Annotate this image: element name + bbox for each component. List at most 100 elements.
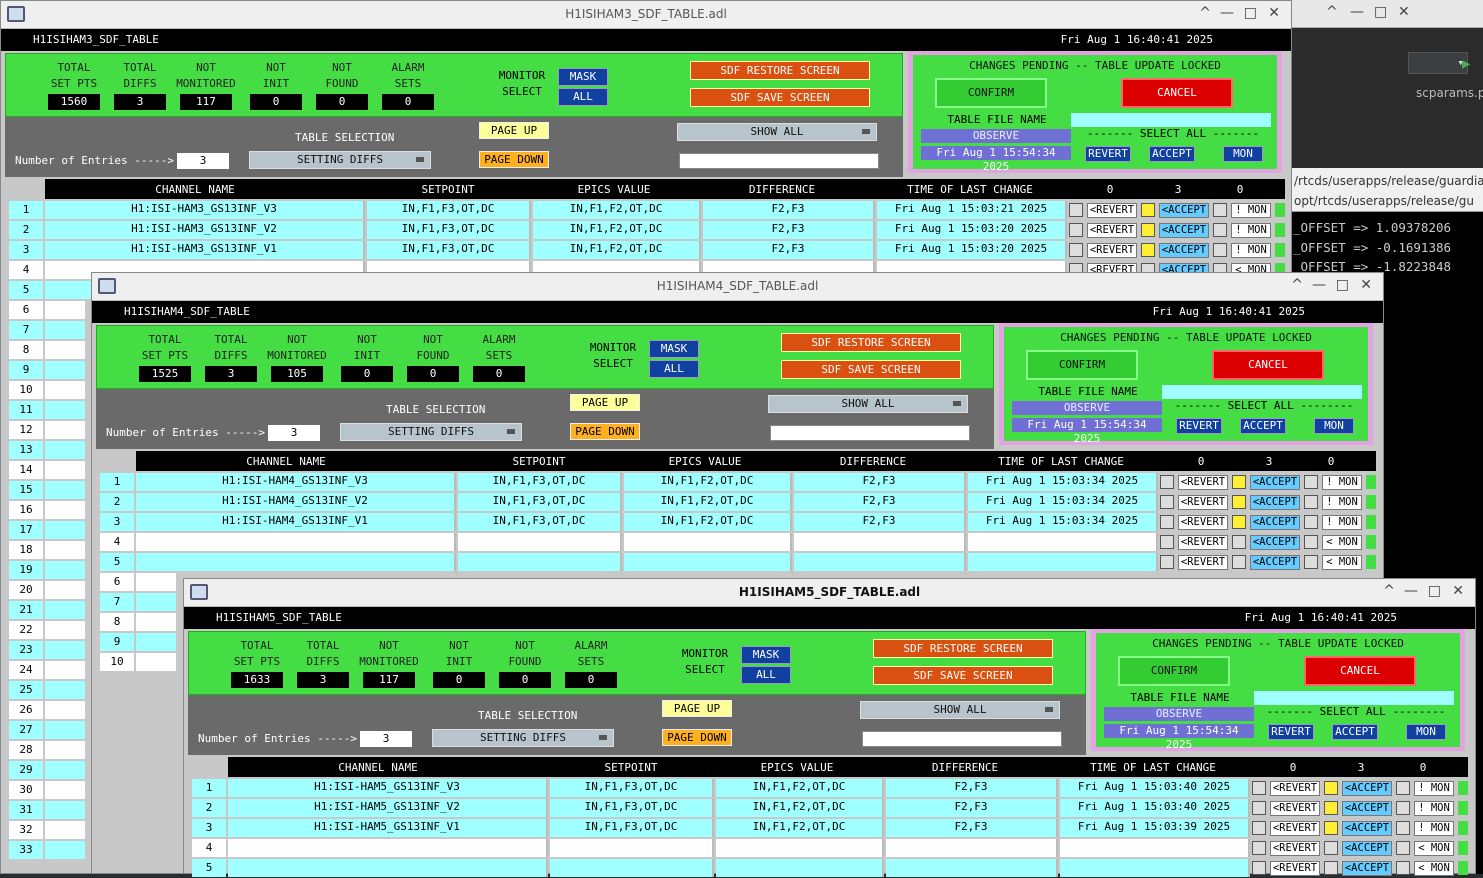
mon-row-button[interactable]: < MON — [1414, 841, 1454, 856]
minimize-icon[interactable]: — — [1404, 583, 1418, 599]
maximize-icon[interactable]: □ — [1336, 277, 1349, 293]
accept-row-button[interactable]: <ACCEPT — [1250, 535, 1300, 550]
accept-row-button[interactable]: <ACCEPT — [1342, 841, 1392, 856]
mon-checkbox[interactable] — [1213, 203, 1227, 217]
accept-row-button[interactable]: <ACCEPT — [1250, 555, 1300, 570]
accept-row-button[interactable]: <ACCEPT — [1159, 203, 1209, 218]
close-icon[interactable]: ✕ — [1268, 5, 1280, 21]
revert-row-button[interactable]: <REVERT — [1178, 555, 1228, 570]
maximize-icon[interactable]: □ — [1244, 5, 1257, 21]
accept-row-button[interactable]: <ACCEPT — [1342, 801, 1392, 816]
page-up-button[interactable]: PAGE UP — [479, 122, 549, 139]
cancel-button[interactable]: CANCEL — [1121, 78, 1233, 108]
revert-row-button[interactable]: <REVERT — [1178, 535, 1228, 550]
accept-all-button[interactable]: ACCEPT — [1240, 418, 1286, 434]
revert-row-button[interactable]: <REVERT — [1178, 515, 1228, 530]
revert-row-button[interactable]: <REVERT — [1178, 495, 1228, 510]
page-up-button[interactable]: PAGE UP — [570, 394, 640, 411]
revert-row-button[interactable]: <REVERT — [1087, 223, 1137, 238]
mon-all-button[interactable]: MON — [1406, 724, 1446, 740]
accept-checkbox[interactable] — [1232, 535, 1246, 549]
mon-all-button[interactable]: MON — [1223, 146, 1263, 162]
revert-checkbox[interactable] — [1160, 515, 1174, 529]
mon-all-button[interactable]: MON — [1314, 418, 1354, 434]
all-button[interactable]: ALL — [741, 666, 791, 684]
mon-row-button[interactable]: ! MON — [1414, 801, 1454, 816]
revert-row-button[interactable]: <REVERT — [1087, 243, 1137, 258]
accept-row-button[interactable]: <ACCEPT — [1342, 821, 1392, 836]
mon-checkbox[interactable] — [1304, 515, 1318, 529]
accept-all-button[interactable]: ACCEPT — [1149, 146, 1195, 162]
confirm-button[interactable]: CONFIRM — [1118, 656, 1230, 686]
mask-button[interactable]: MASK — [558, 68, 608, 86]
sdf-save-button[interactable]: SDF SAVE SCREEN — [781, 360, 961, 379]
maximize-icon[interactable]: □ — [1374, 4, 1387, 20]
mon-row-button[interactable]: ! MON — [1322, 515, 1362, 530]
maximize-up-icon[interactable]: ^ — [1199, 5, 1211, 21]
revert-checkbox[interactable] — [1069, 203, 1083, 217]
revert-checkbox[interactable] — [1069, 223, 1083, 237]
mon-row-button[interactable]: < MON — [1322, 535, 1362, 550]
setting-diffs-dropdown[interactable]: SETTING DIFFS — [249, 151, 431, 169]
all-button[interactable]: ALL — [558, 88, 608, 106]
mon-checkbox[interactable] — [1396, 781, 1410, 795]
mon-row-button[interactable]: < MON — [1322, 555, 1362, 570]
revert-checkbox[interactable] — [1252, 841, 1266, 855]
revert-checkbox[interactable] — [1252, 861, 1266, 875]
mon-checkbox[interactable] — [1396, 841, 1410, 855]
revert-row-button[interactable]: <REVERT — [1178, 475, 1228, 490]
mon-row-button[interactable]: ! MON — [1231, 203, 1271, 218]
page-down-button[interactable]: PAGE DOWN — [570, 423, 640, 440]
accept-checkbox[interactable] — [1232, 515, 1246, 529]
accept-checkbox[interactable] — [1324, 821, 1338, 835]
confirm-button[interactable]: CONFIRM — [935, 78, 1047, 108]
page-up-button[interactable]: PAGE UP — [662, 700, 732, 717]
sdf-save-button[interactable]: SDF SAVE SCREEN — [690, 88, 870, 107]
mon-row-button[interactable]: ! MON — [1231, 243, 1271, 258]
mon-checkbox[interactable] — [1396, 861, 1410, 875]
revert-row-button[interactable]: <REVERT — [1270, 821, 1320, 836]
filter-input[interactable] — [770, 425, 970, 441]
revert-all-button[interactable]: REVERT — [1085, 146, 1131, 162]
setting-diffs-dropdown[interactable]: SETTING DIFFS — [340, 423, 522, 441]
filter-input[interactable] — [862, 731, 1062, 747]
revert-row-button[interactable]: <REVERT — [1087, 203, 1137, 218]
accept-checkbox[interactable] — [1141, 203, 1155, 217]
accept-row-button[interactable]: <ACCEPT — [1159, 223, 1209, 238]
revert-checkbox[interactable] — [1069, 243, 1083, 257]
revert-all-button[interactable]: REVERT — [1268, 724, 1314, 740]
show-all-dropdown[interactable]: SHOW ALL — [677, 123, 877, 141]
mon-checkbox[interactable] — [1213, 243, 1227, 257]
revert-checkbox[interactable] — [1160, 555, 1174, 569]
accept-row-button[interactable]: <ACCEPT — [1159, 243, 1209, 258]
accept-checkbox[interactable] — [1141, 243, 1155, 257]
accept-row-button[interactable]: <ACCEPT — [1250, 515, 1300, 530]
accept-checkbox[interactable] — [1232, 475, 1246, 489]
mask-button[interactable]: MASK — [649, 340, 699, 358]
revert-checkbox[interactable] — [1252, 801, 1266, 815]
revert-all-button[interactable]: REVERT — [1176, 418, 1222, 434]
sdf-restore-button[interactable]: SDF RESTORE SCREEN — [873, 639, 1053, 658]
sdf-restore-button[interactable]: SDF RESTORE SCREEN — [690, 61, 870, 80]
minimize-icon[interactable]: — — [1312, 277, 1326, 293]
setting-diffs-dropdown[interactable]: SETTING DIFFS — [432, 729, 614, 747]
accept-row-button[interactable]: <ACCEPT — [1342, 781, 1392, 796]
accept-checkbox[interactable] — [1324, 841, 1338, 855]
mon-row-button[interactable]: ! MON — [1231, 223, 1271, 238]
accept-row-button[interactable]: <ACCEPT — [1250, 475, 1300, 490]
sdf-save-button[interactable]: SDF SAVE SCREEN — [873, 666, 1053, 685]
accept-checkbox[interactable] — [1324, 861, 1338, 875]
cancel-button[interactable]: CANCEL — [1212, 350, 1324, 380]
accept-checkbox[interactable] — [1232, 555, 1246, 569]
revert-checkbox[interactable] — [1160, 475, 1174, 489]
mask-button[interactable]: MASK — [741, 646, 791, 664]
confirm-button[interactable]: CONFIRM — [1026, 350, 1138, 380]
revert-checkbox[interactable] — [1160, 495, 1174, 509]
maximize-up-icon[interactable]: ^ — [1326, 4, 1338, 20]
filter-input[interactable] — [679, 153, 879, 169]
mon-row-button[interactable]: ! MON — [1414, 781, 1454, 796]
show-all-dropdown[interactable]: SHOW ALL — [768, 395, 968, 413]
mon-checkbox[interactable] — [1213, 223, 1227, 237]
page-down-button[interactable]: PAGE DOWN — [479, 151, 549, 168]
close-icon[interactable]: ✕ — [1452, 583, 1464, 599]
